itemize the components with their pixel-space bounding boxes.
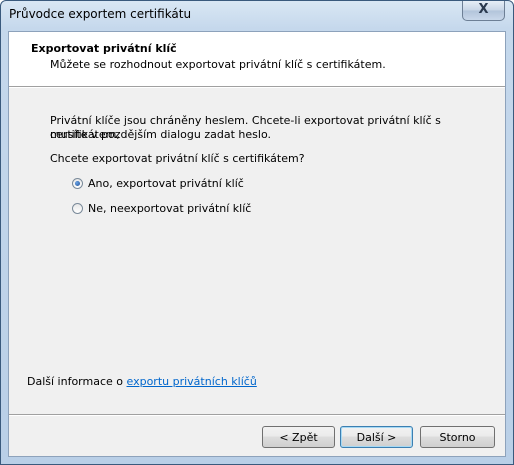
cancel-button[interactable]: Storno (420, 426, 495, 448)
radio-label-no[interactable]: Ne, neexportovat privátní klíč (88, 202, 251, 215)
back-button[interactable]: < Zpět (262, 426, 335, 448)
private-key-export-link[interactable]: exportu privátních klíčů (127, 375, 257, 388)
radio-export-no[interactable]: Ne, neexportovat privátní klíč (72, 200, 251, 216)
more-info-text: Další informace o exportu privátních klí… (27, 375, 257, 389)
more-info-prefix: Další informace o (27, 375, 127, 388)
page-subtitle: Můžete se rozhodnout exportovat privátní… (50, 58, 386, 71)
wizard-window: Průvodce exportem certifikátu X Exportov… (0, 0, 514, 465)
wizard-header: Exportovat privátní klíč Můžete se rozho… (9, 32, 505, 86)
header-divider (9, 86, 505, 88)
radio-button-checked[interactable] (72, 177, 83, 189)
radio-label-yes[interactable]: Ano, exportovat privátní klíč (88, 177, 244, 190)
wizard-client-area: Exportovat privátní klíč Můžete se rozho… (8, 31, 506, 457)
footer-divider (9, 414, 505, 416)
close-button[interactable]: X (462, 1, 505, 21)
window-title: Průvodce exportem certifikátu (9, 7, 192, 21)
radio-button-unchecked[interactable] (72, 202, 83, 214)
close-icon: X (478, 2, 489, 17)
next-button[interactable]: Další > (340, 426, 413, 448)
info-text-line-2: musíte v pozdějším dialogu zadat heslo. (50, 128, 271, 141)
export-question: Chcete exportovat privátní klíč s certif… (50, 152, 305, 165)
title-bar[interactable]: Průvodce exportem certifikátu X (1, 1, 513, 31)
radio-export-yes[interactable]: Ano, exportovat privátní klíč (72, 175, 244, 191)
page-title: Exportovat privátní klíč (31, 42, 177, 55)
